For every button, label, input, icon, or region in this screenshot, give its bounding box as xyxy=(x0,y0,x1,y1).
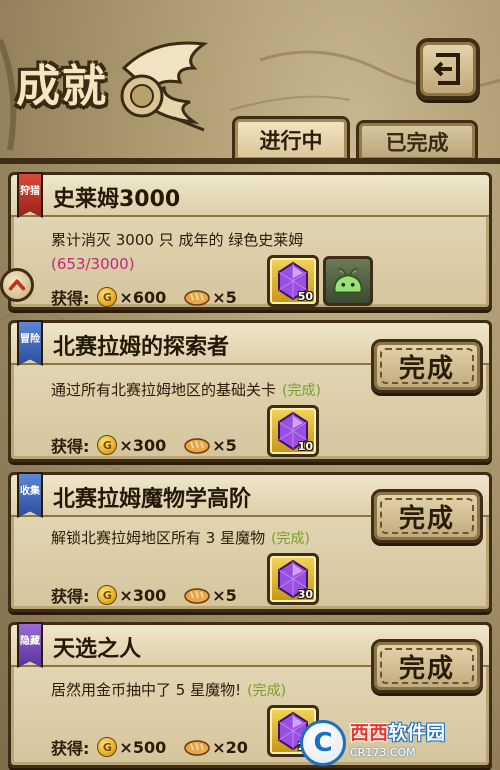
completed-note: (完成) xyxy=(271,531,311,547)
category-ribbon: 收集 xyxy=(17,472,43,518)
bread-icon xyxy=(184,588,210,604)
gold-amount: ×300 xyxy=(119,585,167,605)
card-header: 狩猎 史莱姆3000 xyxy=(11,172,489,218)
bread-amount: ×5 xyxy=(212,585,237,605)
gem-reward[interactable]: 10 xyxy=(267,405,319,457)
bread-amount: ×20 xyxy=(212,737,248,757)
bread-amount: ×5 xyxy=(212,287,237,307)
reward-row: 获得: G ×300 ×5 xyxy=(51,433,237,457)
achievement-title: 北赛拉姆魔物学高阶 xyxy=(53,487,252,512)
gem-count: 10 xyxy=(297,440,313,453)
bread-icon xyxy=(184,290,210,306)
tab-completed[interactable]: 已完成 xyxy=(356,120,478,160)
category-ribbon: 狩猎 xyxy=(17,172,43,218)
slime-reward[interactable] xyxy=(323,256,373,306)
achievement-title: 天选之人 xyxy=(53,637,142,662)
back-button[interactable] xyxy=(416,38,480,100)
achievement-description: 累计消灭 3000 只 成年的 绿色史莱姆 xyxy=(51,231,304,249)
gold-coin-icon: G xyxy=(97,737,118,757)
bread-icon xyxy=(184,438,210,454)
header: 成就 进行中 已完成 xyxy=(0,0,500,160)
category-ribbon: 隐藏 xyxy=(17,622,43,668)
gold-coin-icon: G xyxy=(97,287,118,307)
gold-amount: ×600 xyxy=(119,287,167,307)
complete-button[interactable]: 完成 xyxy=(371,339,483,393)
achievement-title: 北赛拉姆的探索者 xyxy=(53,335,230,360)
completed-note: (完成) xyxy=(247,683,287,699)
bread-amount: ×5 xyxy=(212,435,237,455)
achievement-description: 解锁北赛拉姆地区所有 3 星魔物 (完成) xyxy=(51,529,311,547)
achievement-screen: 成就 进行中 已完成 狩猎 史莱姆3000 累计消灭 3000 只 成年的 绿色… xyxy=(0,0,500,770)
reward-row: 获得: G ×300 ×5 xyxy=(51,583,237,607)
completed-note: (完成) xyxy=(282,383,321,399)
achievement-description: 通过所有北赛拉姆地区的基础关卡 (完成) xyxy=(51,381,321,399)
reward-row: 获得: G ×500 ×20 xyxy=(51,735,248,759)
reward-label: 获得: xyxy=(51,437,90,456)
watermark-url: CR173.COM xyxy=(350,746,416,759)
gem-count: 30 xyxy=(297,588,313,601)
reward-label: 获得: xyxy=(51,739,90,758)
return-arrow-icon xyxy=(434,53,460,85)
achievement-description: 居然用金币抽中了 5 星魔物! (完成) xyxy=(51,681,287,699)
gold-amount: ×300 xyxy=(119,435,167,455)
complete-button[interactable]: 完成 xyxy=(371,489,483,543)
reward-label: 获得: xyxy=(51,587,90,606)
watermark-brand: 西西软件园 xyxy=(350,722,446,744)
achievement-title: 史莱姆3000 xyxy=(53,187,181,212)
category-ribbon: 冒险 xyxy=(17,320,43,366)
achievement-card: 狩猎 史莱姆3000 累计消灭 3000 只 成年的 绿色史莱姆 (653/30… xyxy=(8,172,492,310)
gold-coin-icon: G xyxy=(97,585,118,605)
tab-divider xyxy=(0,158,500,164)
refresh-button[interactable] xyxy=(0,268,34,302)
gem-reward[interactable]: 50 xyxy=(267,255,319,307)
achievement-card: 收集 北赛拉姆魔物学高阶 完成 解锁北赛拉姆地区所有 3 星魔物 (完成) 获得:… xyxy=(8,472,492,612)
gem-count: 50 xyxy=(297,290,313,303)
gold-coin-icon: G xyxy=(97,435,118,455)
green-slime-icon xyxy=(333,268,363,294)
site-watermark: C 西西软件园 CR173.COM xyxy=(300,718,498,768)
page-title: 成就 xyxy=(16,61,108,112)
watermark-logo-icon: C xyxy=(300,720,346,766)
gem-reward[interactable]: 30 xyxy=(267,553,319,605)
bread-icon xyxy=(184,740,210,756)
refresh-icon xyxy=(8,279,26,291)
achievement-card: 冒险 北赛拉姆的探索者 完成 通过所有北赛拉姆地区的基础关卡 (完成) 获得: G… xyxy=(8,320,492,462)
reward-label: 获得: xyxy=(51,289,90,308)
reward-row: 获得: G ×600 ×5 xyxy=(51,285,237,309)
achievement-progress: (653/3000) xyxy=(51,255,135,273)
gold-amount: ×500 xyxy=(119,737,167,757)
complete-button[interactable]: 完成 xyxy=(371,639,483,693)
tab-in-progress[interactable]: 进行中 xyxy=(232,116,350,160)
